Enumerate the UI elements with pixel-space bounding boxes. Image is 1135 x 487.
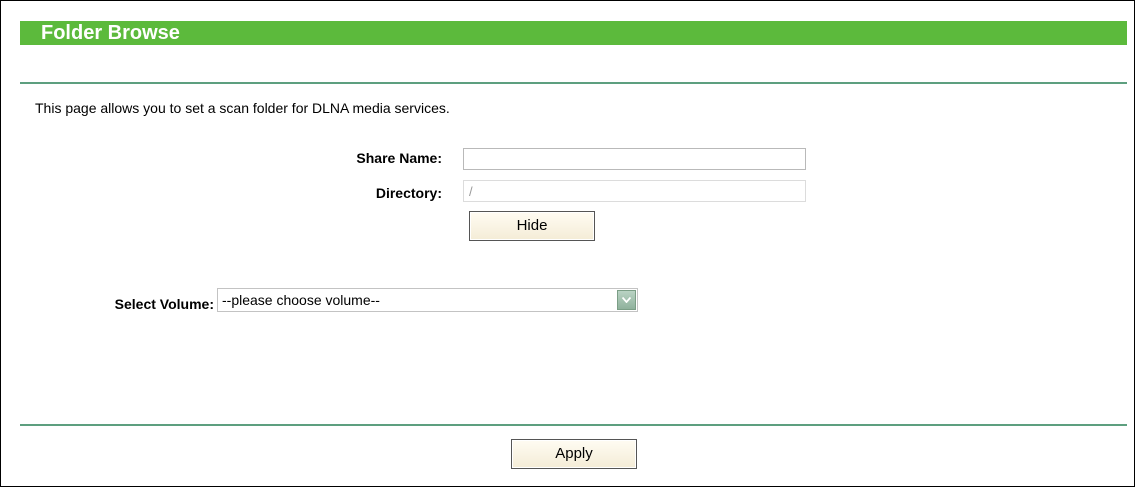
- hide-button[interactable]: Hide: [469, 211, 595, 241]
- page-title: Folder Browse: [41, 22, 180, 44]
- directory-label: Directory:: [375, 185, 442, 201]
- select-volume-label: Select Volume:: [114, 296, 214, 312]
- share-name-label: Share Name:: [356, 150, 442, 166]
- share-name-input[interactable]: [463, 148, 806, 170]
- directory-input[interactable]: [463, 180, 806, 202]
- apply-button[interactable]: Apply: [511, 439, 637, 469]
- top-divider: [20, 82, 1127, 84]
- page-description: This page allows you to set a scan folde…: [35, 100, 450, 116]
- page-header: Folder Browse: [20, 21, 1127, 45]
- bottom-divider: [20, 424, 1127, 426]
- select-volume-value: --please choose volume--: [222, 292, 380, 308]
- page-frame: Folder Browse This page allows you to se…: [0, 0, 1135, 487]
- select-volume-dropdown[interactable]: --please choose volume--: [217, 288, 638, 312]
- chevron-down-icon[interactable]: [617, 290, 636, 310]
